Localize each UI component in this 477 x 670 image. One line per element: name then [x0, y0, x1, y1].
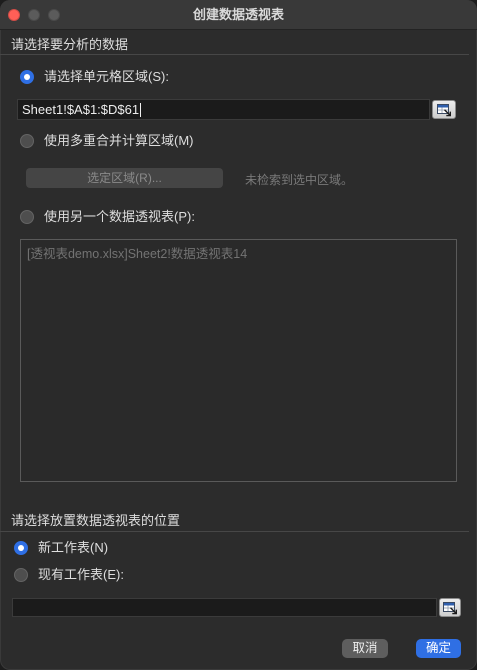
region-status-text: 未检索到选中区域。	[245, 173, 354, 187]
source-section-heading: 请选择要分析的数据	[11, 37, 129, 52]
radio-multiple-consolidation[interactable]	[20, 134, 34, 148]
option-cell-range[interactable]: 请选择单元格区域(S):	[20, 69, 169, 85]
option-new-sheet[interactable]: 新工作表(N)	[14, 540, 108, 556]
select-region-button[interactable]: 选定区域(R)...	[26, 168, 223, 188]
ok-button[interactable]: 确定	[416, 639, 461, 658]
pivot-table-item[interactable]: [透视表demo.xlsx]Sheet2!数据透视表14	[21, 240, 456, 262]
text-caret	[140, 102, 142, 117]
radio-new-sheet[interactable]	[14, 541, 28, 555]
window-title: 创建数据透视表	[192, 7, 284, 22]
option-existing-sheet[interactable]: 现有工作表(E):	[14, 567, 124, 583]
destination-section-heading: 请选择放置数据透视表的位置	[11, 513, 181, 528]
source-range-input[interactable]: Sheet1!$A$1:$D$61	[17, 99, 430, 120]
option-label: 新工作表(N)	[38, 540, 109, 555]
source-range-picker-button[interactable]	[432, 100, 456, 119]
option-label: 使用多重合并计算区域(M)	[44, 133, 194, 148]
source-range-text: Sheet1!$A$1:$D$61	[22, 100, 142, 119]
option-multiple-consolidation[interactable]: 使用多重合并计算区域(M)	[20, 133, 194, 149]
radio-existing-sheet[interactable]	[14, 568, 28, 582]
section-divider	[0, 54, 469, 55]
cancel-button[interactable]: 取消	[342, 639, 388, 658]
radio-cell-range[interactable]	[20, 70, 34, 84]
destination-range-picker-button[interactable]	[439, 598, 461, 617]
section-divider	[0, 531, 469, 532]
option-label: 现有工作表(E):	[38, 567, 124, 582]
radio-another-pivot[interactable]	[20, 210, 34, 224]
range-select-icon	[437, 103, 451, 116]
destination-location-input[interactable]	[12, 598, 437, 617]
create-pivot-table-dialog: 创建数据透视表 请选择要分析的数据 请选择单元格区域(S): Sheet1!$A…	[0, 0, 477, 670]
range-select-icon	[443, 601, 457, 614]
option-another-pivot[interactable]: 使用另一个数据透视表(P):	[20, 209, 195, 225]
pivot-table-list[interactable]: [透视表demo.xlsx]Sheet2!数据透视表14	[20, 239, 457, 482]
option-label: 使用另一个数据透视表(P):	[44, 209, 195, 224]
option-label: 请选择单元格区域(S):	[44, 69, 169, 84]
source-range-value: Sheet1!$A$1:$D$61	[22, 102, 140, 117]
